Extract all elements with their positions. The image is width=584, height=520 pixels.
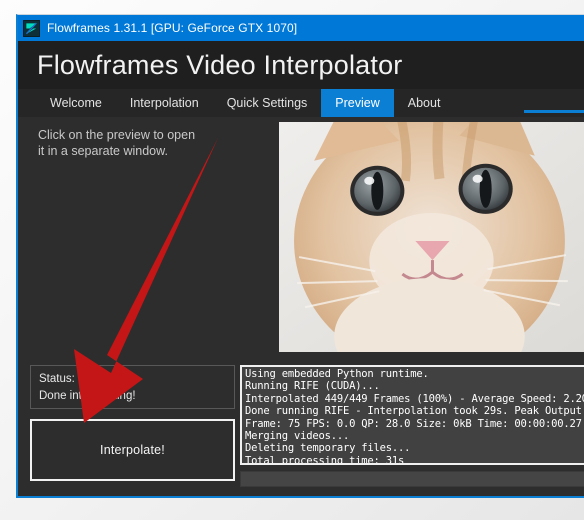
interpolate-button-label: Interpolate!	[100, 443, 165, 457]
tab-about[interactable]: About	[394, 89, 455, 117]
log-output[interactable]: Using embedded Python runtime. Running R…	[240, 365, 584, 465]
interpolate-button[interactable]: Interpolate!	[30, 419, 235, 481]
preview-hint-line-1: Click on the preview to open	[38, 128, 196, 142]
flowframes-logo-icon	[23, 19, 40, 37]
tab-preview[interactable]: Preview	[321, 89, 394, 117]
log-line: Frame: 75 FPS: 0.0 QP: 28.0 Size: 0kB Ti…	[245, 417, 584, 430]
preview-image[interactable]	[279, 122, 584, 352]
status-box: Status: Done interpolating!	[30, 365, 235, 409]
progress-bar	[240, 471, 584, 487]
window-titlebar[interactable]: Flowframes 1.31.1 [GPU: GeForce GTX 1070…	[18, 15, 584, 41]
log-line: Merging videos...	[245, 430, 350, 443]
tab-accent-underline	[524, 110, 584, 113]
log-line: Using embedded Python runtime.	[245, 368, 429, 380]
tab-welcome[interactable]: Welcome	[36, 89, 116, 117]
window-title: Flowframes 1.31.1 [GPU: GeForce GTX 1070…	[47, 21, 298, 35]
preview-hint-text: Click on the preview to open it in a sep…	[38, 127, 238, 159]
tab-bar: Welcome Interpolation Quick Settings Pre…	[18, 89, 584, 117]
log-line: Interpolated 449/449 Frames (100%) - Ave…	[245, 392, 584, 405]
log-line: Done running RIFE - Interpolation took 2…	[245, 405, 584, 418]
tab-interpolation[interactable]: Interpolation	[116, 89, 213, 117]
log-line: Deleting temporary files...	[245, 442, 411, 455]
status-label: Status:	[39, 373, 75, 385]
log-line: Total processing time: 31s	[245, 454, 405, 465]
log-line: Running RIFE (CUDA)...	[245, 380, 380, 393]
tab-quick-settings[interactable]: Quick Settings	[213, 89, 322, 117]
flowframes-window: Flowframes 1.31.1 [GPU: GeForce GTX 1070…	[16, 14, 584, 498]
preview-area: Click on the preview to open it in a sep…	[18, 117, 584, 355]
app-content: Click on the preview to open it in a sep…	[18, 117, 584, 496]
preview-hint-line-2: it in a separate window.	[38, 144, 168, 158]
page-title: Flowframes Video Interpolator	[37, 49, 403, 80]
app-header: Flowframes Video Interpolator	[18, 41, 584, 89]
status-value: Done interpolating!	[39, 390, 136, 402]
